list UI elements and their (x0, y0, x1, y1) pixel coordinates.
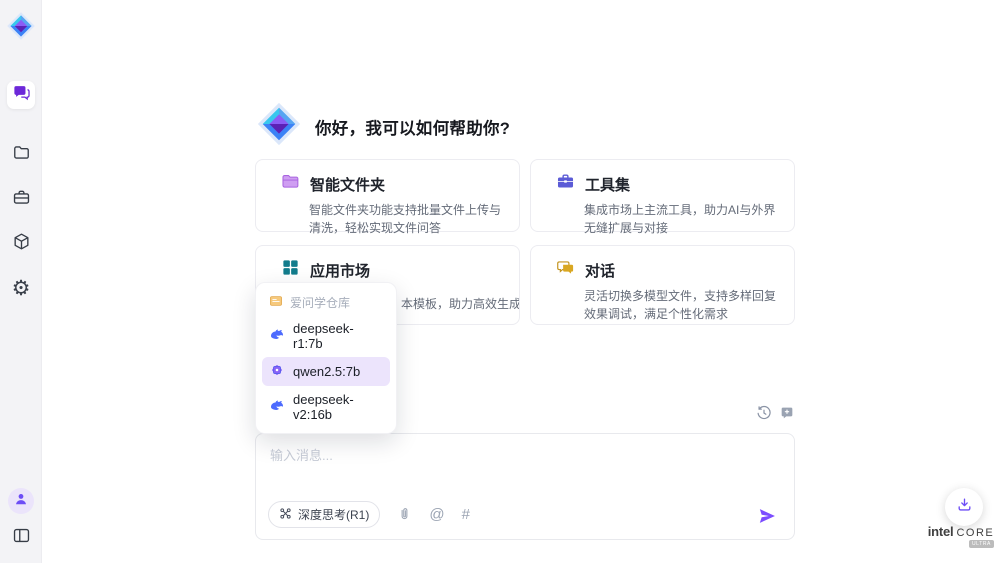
qwen-icon (269, 362, 285, 381)
folder-icon (12, 143, 31, 167)
cube-icon (12, 232, 31, 256)
intel-core-logo: intel core ultra (924, 524, 998, 548)
history-icon[interactable] (756, 405, 772, 421)
core-wordmark: core (956, 527, 994, 539)
deep-think-icon (279, 507, 292, 523)
model-option-label: deepseek-v2:16b (293, 392, 383, 422)
deep-think-toggle[interactable]: 深度思考(R1) (268, 501, 380, 528)
person-icon (14, 492, 28, 511)
sidebar-item-toolbox[interactable] (7, 186, 35, 214)
smart-folder-icon (281, 172, 300, 196)
sidebar-item-account[interactable] (8, 488, 34, 514)
card-title: 对话 (585, 260, 615, 281)
deep-think-label: 深度思考(R1) (298, 506, 369, 523)
mention-icon[interactable]: @ (429, 507, 444, 522)
card-dialogue[interactable]: 对话 灵活切换多模型文件，支持多样回复效果调试，满足个性化需求 (530, 245, 795, 325)
model-option-label: qwen2.5:7b (293, 364, 360, 379)
briefcase-icon (12, 188, 31, 212)
card-desc: 灵活切换多模型文件，支持多样回复效果调试，满足个性化需求 (584, 287, 778, 323)
dialogue-icon (556, 258, 575, 282)
ultra-badge: ultra (969, 540, 994, 548)
card-title: 工具集 (585, 174, 630, 195)
model-option-deepseek-v2[interactable]: deepseek-v2:16b (262, 387, 390, 427)
sidebar: ⚙ (0, 0, 42, 563)
deepseek-icon (269, 327, 285, 346)
repository-icon (269, 294, 283, 311)
model-dropdown: 爱问学仓库 deepseek-r1:7b qwen2.5:7b (255, 282, 397, 434)
model-option-label: deepseek-r1:7b (293, 321, 383, 351)
model-option-qwen[interactable]: qwen2.5:7b (262, 357, 390, 386)
app-market-icon (281, 258, 300, 282)
hashtag-icon[interactable]: # (462, 507, 470, 522)
new-chat-icon[interactable] (779, 405, 795, 421)
message-composer: 深度思考(R1) @ # (255, 433, 795, 540)
model-group-header: 爱问学仓库 (262, 289, 390, 315)
message-input[interactable] (270, 445, 750, 489)
greeting: 你好，我可以如何帮助你? (256, 101, 510, 152)
model-group-label: 爱问学仓库 (290, 294, 350, 311)
model-option-deepseek-r1[interactable]: deepseek-r1:7b (262, 316, 390, 356)
toolset-icon (556, 172, 575, 196)
chat-icon (12, 83, 31, 107)
card-title: 智能文件夹 (310, 174, 385, 195)
card-smart-folder[interactable]: 智能文件夹 智能文件夹功能支持批量文件上传与清洗，轻松实现文件问答 (255, 159, 520, 232)
panel-icon (12, 526, 31, 550)
sidebar-item-chat[interactable] (7, 81, 35, 109)
greeting-title: 你好，我可以如何帮助你? (315, 115, 510, 139)
app-logo-icon (5, 10, 37, 42)
sidebar-item-folders[interactable] (7, 141, 35, 169)
attachment-icon[interactable] (397, 507, 412, 522)
app-window: ⚙ (0, 0, 1000, 563)
card-desc-partial: 本模板，助力高效生成多 (401, 295, 520, 312)
composer-toolbar: 深度思考(R1) @ # (268, 501, 470, 528)
download-button[interactable] (945, 488, 983, 526)
card-desc: 智能文件夹功能支持批量文件上传与清洗，轻松实现文件问答 (309, 201, 503, 237)
download-icon (956, 496, 973, 518)
sidebar-item-collapse-panel[interactable] (7, 524, 35, 552)
send-button[interactable] (757, 506, 777, 526)
card-desc: 集成市场上主流工具，助力AI与外界无缝扩展与对接 (584, 201, 778, 237)
sidebar-item-models[interactable] (7, 230, 35, 258)
deepseek-icon (269, 398, 285, 417)
card-toolset[interactable]: 工具集 集成市场上主流工具，助力AI与外界无缝扩展与对接 (530, 159, 795, 232)
card-title: 应用市场 (310, 260, 370, 281)
sidebar-item-settings[interactable]: ⚙ (7, 274, 35, 302)
app-logo-icon-large (256, 101, 302, 152)
intel-wordmark: intel (928, 524, 954, 539)
gear-icon: ⚙ (12, 278, 31, 299)
